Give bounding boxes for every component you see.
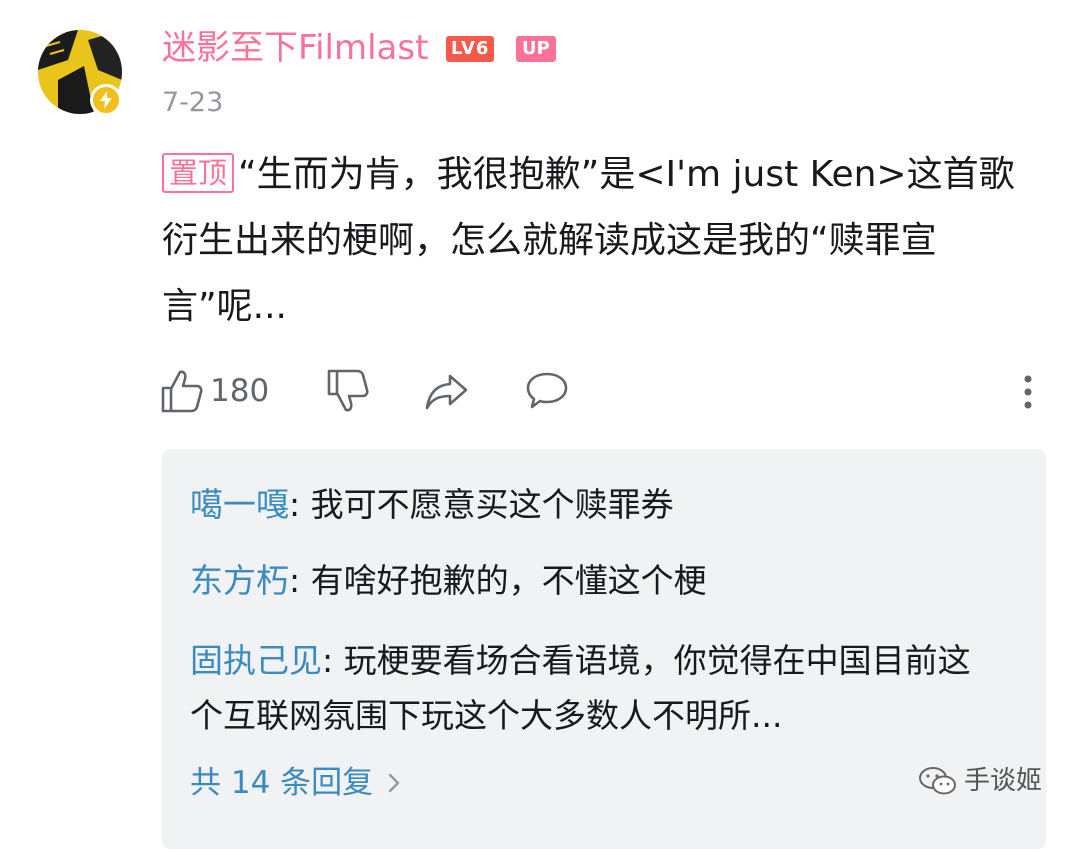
like-count: 180	[210, 373, 270, 409]
thumbs-down-icon	[327, 369, 369, 412]
reply-separator: :	[289, 485, 311, 524]
like-button[interactable]: 180	[160, 368, 269, 414]
reply-separator: :	[289, 561, 311, 600]
watermark-label: 手谈姬	[964, 766, 1043, 796]
thumbs-up-icon	[161, 370, 203, 413]
share-icon	[425, 374, 468, 410]
reply-username[interactable]: 固执己见	[190, 641, 322, 680]
chevron-right-icon	[388, 773, 400, 793]
verified-badge	[90, 84, 122, 116]
view-all-replies-link[interactable]: 共 14 条回复	[190, 763, 405, 803]
reply-text: 有啥好抱歉的，不懂这个梗	[310, 561, 707, 600]
pin-tag: 置顶	[162, 153, 235, 193]
watermark: 手谈姬	[918, 764, 1042, 798]
dislike-button[interactable]	[326, 368, 370, 414]
reply-username[interactable]: 东方朽	[190, 561, 289, 600]
reply-item[interactable]: 噶一嘎: 我可不愿意买这个赎罪券	[190, 477, 1000, 532]
up-badge: UP	[516, 36, 556, 62]
reply-username[interactable]: 噶一嘎	[190, 485, 289, 524]
more-vertical-icon	[1024, 375, 1032, 409]
reply-separator: :	[322, 641, 344, 680]
comment-icon	[526, 372, 568, 409]
verified-lightning-icon	[100, 91, 112, 109]
more-options-button[interactable]	[1022, 374, 1034, 414]
level-badge: LV6	[446, 36, 495, 62]
comment-date: 7-23	[162, 87, 224, 118]
username[interactable]: 迷影至下Filmlast	[162, 26, 428, 70]
replies-panel: 噶一嘎: 我可不愿意买这个赎罪券 东方朽: 有啥好抱歉的，不懂这个梗 固执己见:…	[162, 449, 1046, 849]
wechat-icon	[919, 767, 956, 795]
reply-button[interactable]	[524, 368, 570, 414]
action-bar: 180	[160, 368, 1050, 420]
reply-item[interactable]: 东方朽: 有啥好抱歉的，不懂这个梗	[190, 553, 1000, 608]
reply-item[interactable]: 固执己见: 玩梗要看场合看语境，你觉得在中国目前这个互联网氛围下玩这个大多数人不…	[190, 633, 1000, 743]
reply-text: 我可不愿意买这个赎罪券	[310, 485, 674, 524]
comment-body: “生而为肯，我很抱歉”是<I'm just Ken>这首歌衍生出来的梗啊，怎么就…	[162, 154, 1015, 327]
share-button[interactable]	[424, 368, 470, 414]
view-all-replies-label: 共 14 条回复	[190, 765, 374, 801]
comment-text: 置顶 “生而为肯，我很抱歉”是<I'm just Ken>这首歌衍生出来的梗啊，怎…	[162, 142, 1022, 340]
